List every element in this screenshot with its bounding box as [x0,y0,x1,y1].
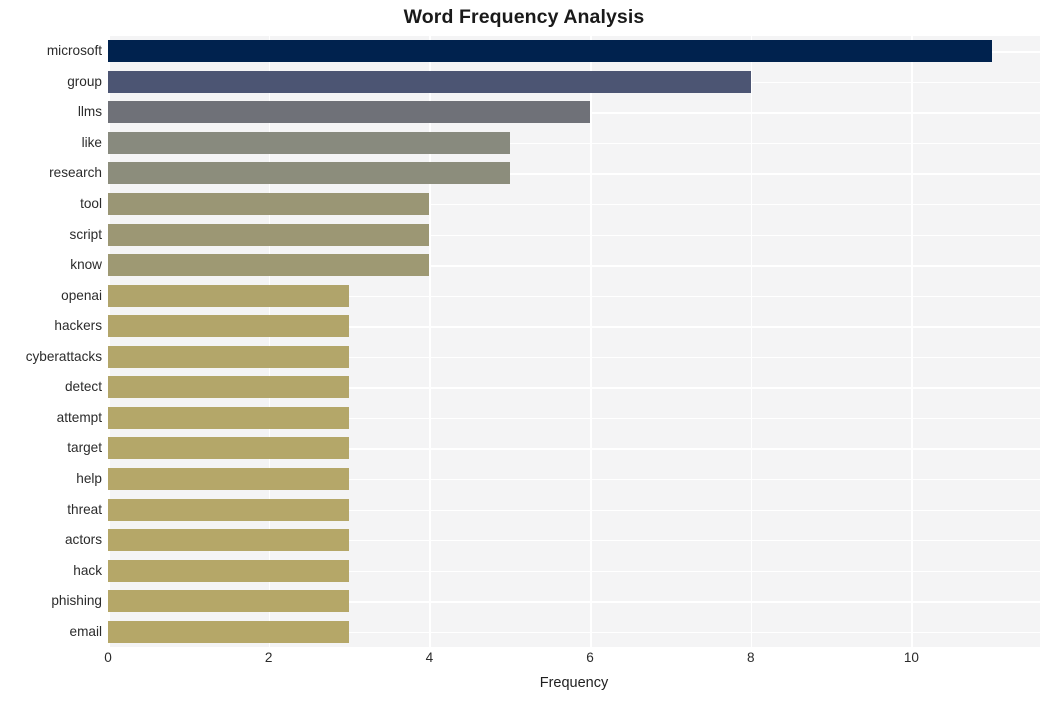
y-tick-label-cyberattacks: cyberattacks [25,348,102,364]
y-tick-label-group: group [67,73,102,89]
bar-phishing[interactable] [108,590,350,613]
gridline-vertical-5 [911,36,914,647]
bar-cyberattacks[interactable] [108,345,350,368]
y-tick-label-hackers: hackers [54,318,102,334]
bar-llms[interactable] [108,101,591,124]
y-tick-label-target: target [67,440,102,456]
plot-area [108,36,1040,647]
bar-group[interactable] [108,70,751,93]
x-tick-label-4: 4 [425,650,434,665]
y-tick-label-detect: detect [64,379,102,395]
y-tick-label-openai: openai [61,287,102,303]
y-tick-label-know: know [70,257,102,273]
y-tick-label-email: email [69,623,102,639]
bar-tool[interactable] [108,193,430,216]
bar-detect[interactable] [108,376,350,399]
x-axis-tick-labels: 0 2 4 6 8 10 [0,650,1048,672]
y-tick-label-actors: actors [64,532,102,548]
bar-like[interactable] [108,131,510,154]
y-tick-label-research: research [49,165,102,181]
bar-help[interactable] [108,467,350,490]
bar-script[interactable] [108,223,430,246]
y-tick-label-hack: hack [73,562,102,578]
bar-microsoft[interactable] [108,40,992,63]
x-tick-label-2: 2 [264,650,273,665]
gridline-vertical-0 [108,36,110,647]
chart-figure: Word Frequency Analysis microsoft group ll… [0,0,1048,701]
bar-hack[interactable] [108,559,350,582]
gridline-vertical-4 [750,36,753,647]
y-tick-label-attempt: attempt [56,409,102,425]
bar-openai[interactable] [108,284,350,307]
y-tick-label-like: like [81,134,102,150]
y-tick-label-phishing: phishing [51,593,102,609]
bar-threat[interactable] [108,498,350,521]
y-tick-label-script: script [69,226,102,242]
chart-title: Word Frequency Analysis [403,6,645,28]
bar-actors[interactable] [108,529,350,552]
x-tick-label-8: 8 [746,650,755,665]
x-tick-label-6: 6 [586,650,594,665]
bar-research[interactable] [108,162,510,185]
gridline-vertical-3 [590,36,592,647]
x-tick-label-10: 10 [903,650,919,665]
y-axis-tick-labels: microsoft group llms like research tool script… [0,36,102,647]
bar-attempt[interactable] [108,406,350,429]
gridline-vertical-2 [429,36,431,647]
y-tick-label-microsoft: microsoft [46,43,102,59]
gridline-vertical-1 [268,36,271,647]
y-tick-label-llms: llms [77,104,102,120]
y-tick-label-help: help [76,470,102,486]
x-axis-label: Frequency [539,675,609,691]
bar-know[interactable] [108,254,430,277]
bar-hackers[interactable] [108,315,350,338]
bar-email[interactable] [108,620,350,643]
y-tick-label-threat: threat [67,501,102,517]
bar-target[interactable] [108,437,350,460]
x-tick-label-0: 0 [104,650,112,665]
y-tick-label-tool: tool [80,196,102,212]
